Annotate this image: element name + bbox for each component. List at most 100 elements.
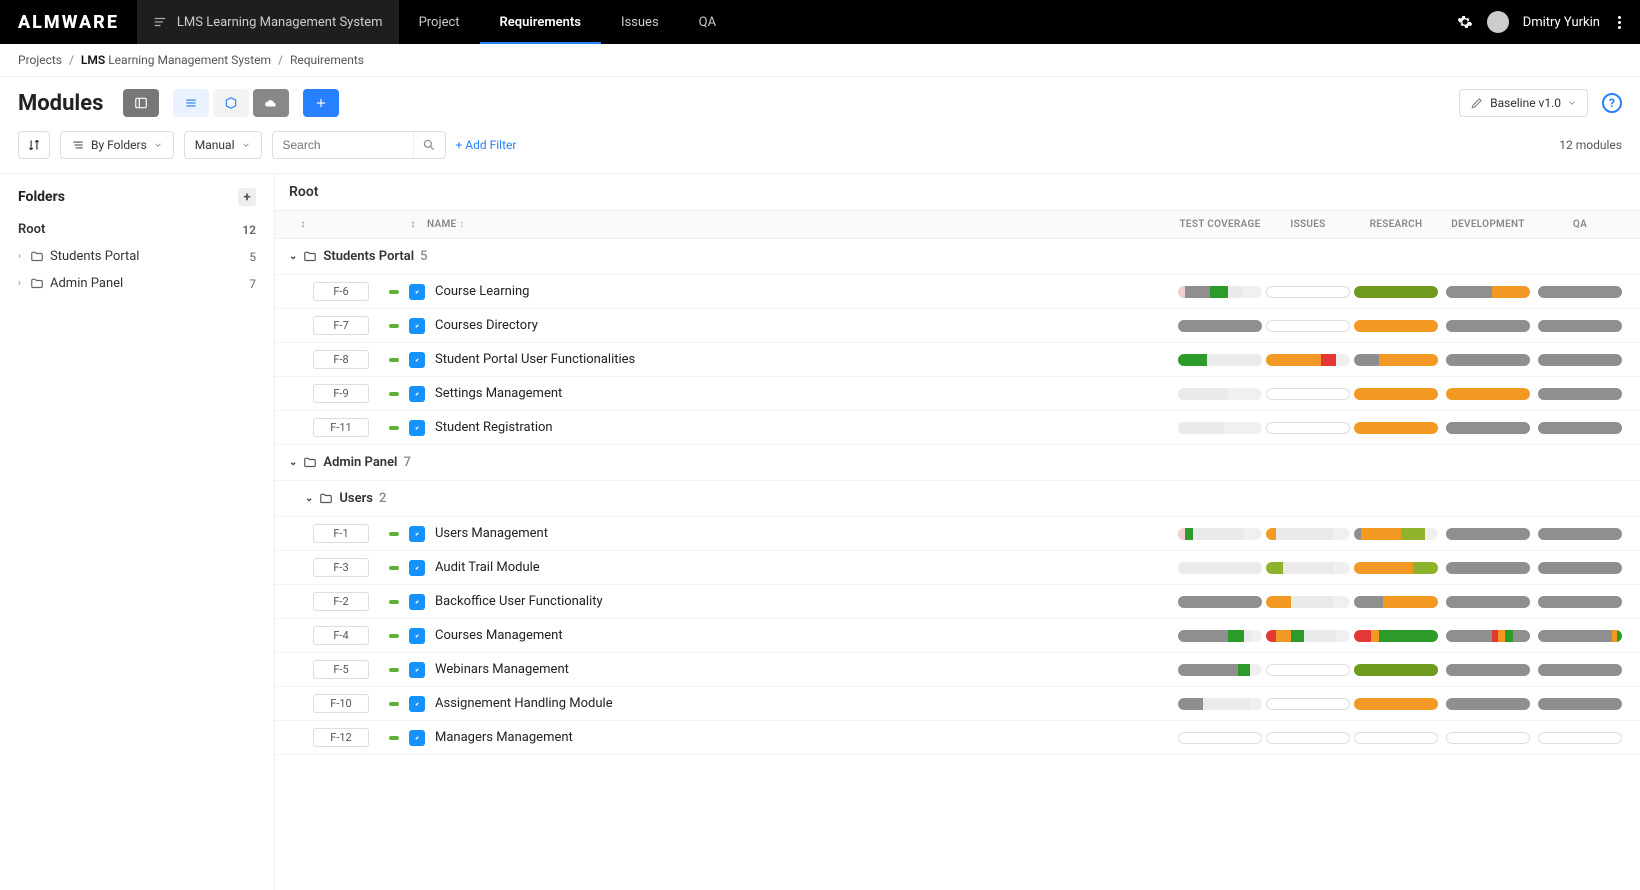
add-filter-link[interactable]: + Add Filter	[456, 138, 517, 152]
cell-research	[1350, 698, 1442, 710]
type-icon	[409, 420, 425, 436]
sort-col-1[interactable]: ↕	[289, 219, 317, 230]
search-button[interactable]	[413, 132, 445, 158]
row-id: F-3	[313, 558, 369, 577]
cell-qa	[1534, 630, 1626, 642]
row-id: F-8	[313, 350, 369, 369]
cell-research	[1350, 630, 1442, 642]
search-icon	[422, 138, 436, 152]
avatar[interactable]	[1487, 11, 1509, 33]
list-view-button[interactable]	[173, 89, 209, 117]
table-row[interactable]: F-12 Managers Management	[275, 721, 1640, 755]
help-button[interactable]: ?	[1602, 93, 1622, 113]
folder-icon	[30, 250, 44, 264]
sort-button[interactable]	[18, 131, 50, 159]
row-name: Webinars Management	[435, 662, 1174, 677]
cell-qa	[1534, 320, 1626, 332]
cell-research	[1350, 286, 1442, 298]
table-row[interactable]: F-10 Assignement Handling Module	[275, 687, 1640, 721]
table-row[interactable]: F-3 Audit Trail Module	[275, 551, 1640, 585]
pencil-icon	[1470, 96, 1484, 110]
box-view-button[interactable]	[213, 89, 249, 117]
logo: ALMWARE	[0, 12, 137, 33]
row-id: F-7	[313, 316, 369, 335]
row-id: F-6	[313, 282, 369, 301]
table-row[interactable]: F-1 Users Management	[275, 517, 1640, 551]
cell-research	[1350, 596, 1442, 608]
kebab-icon[interactable]	[1614, 16, 1624, 29]
table-row[interactable]: F-8 Student Portal User Functionalities	[275, 343, 1640, 377]
type-icon	[409, 318, 425, 334]
row-name: Course Learning	[435, 284, 1174, 299]
crumb-proj-prefix[interactable]: LMS	[81, 53, 105, 67]
cell-test-coverage	[1174, 732, 1266, 744]
tree-root[interactable]: Root 12	[0, 216, 274, 243]
table-row[interactable]: F-2 Backoffice User Functionality	[275, 585, 1640, 619]
add-button[interactable]	[303, 89, 339, 117]
manual-dropdown[interactable]: Manual	[184, 131, 262, 159]
table-row[interactable]: F-11 Student Registration	[275, 411, 1640, 445]
project-selector[interactable]: LMS Learning Management System	[137, 0, 399, 44]
cloud-button[interactable]	[253, 89, 289, 117]
search-input[interactable]	[273, 132, 413, 158]
cell-qa	[1534, 422, 1626, 434]
cell-test-coverage	[1174, 354, 1266, 366]
cell-development	[1442, 630, 1534, 642]
folder-icon	[319, 492, 333, 506]
cell-qa	[1534, 596, 1626, 608]
table-row[interactable]: F-4 Courses Management	[275, 619, 1640, 653]
priority-icon	[389, 600, 399, 604]
type-icon	[409, 628, 425, 644]
nav-requirements[interactable]: Requirements	[480, 0, 601, 44]
chevron-down-icon: ⌄	[305, 493, 313, 504]
table-row[interactable]: F-7 Courses Directory	[275, 309, 1640, 343]
cell-development	[1442, 698, 1534, 710]
chevron-right-icon: ›	[18, 251, 30, 262]
row-name: Settings Management	[435, 386, 1174, 401]
gear-icon[interactable]	[1457, 14, 1473, 30]
table-header: ↕ ↕ NAME ↕ TEST COVERAGE ISSUES RESEARCH…	[275, 210, 1640, 239]
row-id: F-4	[313, 626, 369, 645]
row-name: Users Management	[435, 526, 1174, 541]
nav-issues[interactable]: Issues	[601, 0, 679, 44]
type-icon	[409, 386, 425, 402]
cell-research	[1350, 388, 1442, 400]
cell-qa	[1534, 664, 1626, 676]
chevron-down-icon	[241, 140, 251, 150]
page-title: Modules	[18, 91, 103, 116]
top-nav: ALMWARE LMS Learning Management System P…	[0, 0, 1640, 44]
panel-toggle-button[interactable]	[123, 89, 159, 117]
sort-col-2[interactable]: ↕	[399, 219, 427, 230]
cell-issues	[1266, 286, 1350, 298]
section-header[interactable]: ⌄Admin Panel7	[275, 445, 1640, 481]
row-id: F-2	[313, 592, 369, 611]
tree-item[interactable]: › Students Portal5	[0, 243, 274, 270]
cell-issues	[1266, 596, 1350, 608]
row-id: F-11	[313, 418, 369, 437]
row-id: F-10	[313, 694, 369, 713]
section-header[interactable]: ⌄Students Portal5	[275, 239, 1640, 275]
sidebar-title: Folders	[18, 189, 65, 205]
nav-project[interactable]: Project	[399, 0, 480, 44]
table-row[interactable]: F-5 Webinars Management	[275, 653, 1640, 687]
add-folder-button[interactable]: +	[238, 188, 256, 206]
cell-issues	[1266, 698, 1350, 710]
search-field[interactable]	[272, 131, 446, 159]
tree-item[interactable]: › Admin Panel7	[0, 270, 274, 297]
row-id: F-1	[313, 524, 369, 543]
baseline-dropdown[interactable]: Baseline v1.0	[1459, 89, 1588, 117]
cell-issues	[1266, 320, 1350, 332]
cell-issues	[1266, 664, 1350, 676]
cell-research	[1350, 320, 1442, 332]
priority-icon	[389, 668, 399, 672]
row-name: Student Portal User Functionalities	[435, 352, 1174, 367]
cell-qa	[1534, 698, 1626, 710]
byfolders-dropdown[interactable]: By Folders	[60, 131, 174, 159]
section-header[interactable]: ⌄Users2	[275, 481, 1640, 517]
table-row[interactable]: F-9 Settings Management	[275, 377, 1640, 411]
folder-icon	[30, 277, 44, 291]
row-name: Backoffice User Functionality	[435, 594, 1174, 609]
table-row[interactable]: F-6 Course Learning	[275, 275, 1640, 309]
nav-qa[interactable]: QA	[679, 0, 736, 44]
crumb-projects[interactable]: Projects	[18, 53, 62, 67]
